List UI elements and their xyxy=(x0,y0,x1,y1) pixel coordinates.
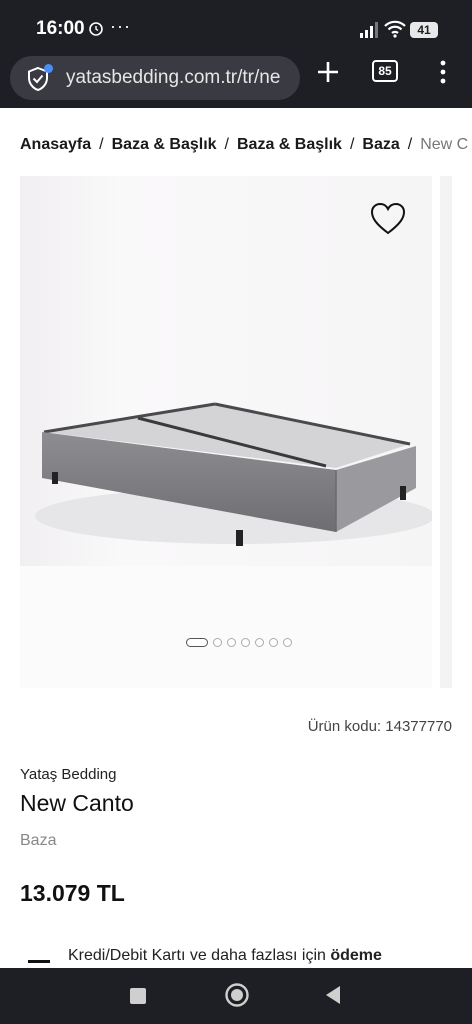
plus-icon[interactable] xyxy=(314,58,342,86)
browser-toolbar: yatasbedding.com.tr/tr/ne 85 xyxy=(0,56,472,108)
gallery-pagination[interactable] xyxy=(186,638,292,647)
breadcrumb-item-baza-baslik-2[interactable]: Baza & Başlık xyxy=(237,136,342,153)
breadcrumb-item-home[interactable]: Anasayfa xyxy=(20,136,91,153)
gallery-dot[interactable] xyxy=(227,638,236,647)
product-category: Baza xyxy=(20,832,57,849)
gallery-dot[interactable] xyxy=(213,638,222,647)
breadcrumb: Anasayfa / Baza & Başlık / Baza & Başlık / Baz… xyxy=(20,136,472,154)
heart-icon[interactable] xyxy=(370,202,406,236)
system-navigation-bar xyxy=(0,968,472,1024)
status-bar: 16:00 ··· 41 xyxy=(0,0,472,56)
product-code: Ürün kodu: 14377770 xyxy=(307,718,452,735)
tabs-icon[interactable]: 85 xyxy=(372,60,398,82)
payment-info-row[interactable]: Kredi/Debit Kartı ve daha fazlası için ö… xyxy=(0,946,472,968)
home-icon[interactable] xyxy=(224,982,250,1008)
breadcrumb-separator: / xyxy=(99,136,104,153)
menu-icon[interactable] xyxy=(436,58,450,86)
breadcrumb-separator: / xyxy=(224,136,229,153)
breadcrumb-current: New C xyxy=(420,136,469,153)
payment-icon xyxy=(28,960,50,963)
gallery-dot[interactable] xyxy=(241,638,250,647)
gallery-dot[interactable] xyxy=(283,638,292,647)
product-price: 13.079 TL xyxy=(20,880,125,906)
gallery-dot[interactable] xyxy=(255,638,264,647)
wifi-icon xyxy=(384,20,406,38)
breadcrumb-item-baza[interactable]: Baza xyxy=(362,136,399,153)
battery-icon: 41 xyxy=(410,22,438,38)
status-time: 16:00 xyxy=(36,18,85,39)
breadcrumb-separator: / xyxy=(407,136,413,153)
recents-icon[interactable] xyxy=(130,988,146,1004)
signal-icon xyxy=(360,22,378,38)
url-text[interactable]: yatasbedding.com.tr/tr/ne xyxy=(66,67,280,89)
product-title: New Canto xyxy=(20,790,134,816)
status-more-dots: ··· xyxy=(110,16,131,36)
payment-text-bold: ödeme xyxy=(330,947,382,964)
breadcrumb-separator: / xyxy=(349,136,355,153)
gallery-dot[interactable] xyxy=(269,638,278,647)
address-bar[interactable]: yatasbedding.com.tr/tr/ne xyxy=(10,56,300,100)
notification-dot xyxy=(44,64,53,73)
alarm-icon xyxy=(89,22,103,36)
payment-text: Kredi/Debit Kartı ve daha fazlası için ö… xyxy=(68,947,382,965)
gallery-next-preview[interactable] xyxy=(440,176,452,688)
product-gallery[interactable] xyxy=(20,176,432,688)
product-image xyxy=(20,176,432,688)
product-brand[interactable]: Yataş Bedding xyxy=(20,766,116,783)
payment-text-regular: Kredi/Debit Kartı ve daha fazlası için xyxy=(68,947,331,964)
breadcrumb-item-baza-baslik[interactable]: Baza & Başlık xyxy=(112,136,217,153)
back-icon[interactable] xyxy=(324,984,342,1006)
gallery-dot[interactable] xyxy=(186,638,208,647)
